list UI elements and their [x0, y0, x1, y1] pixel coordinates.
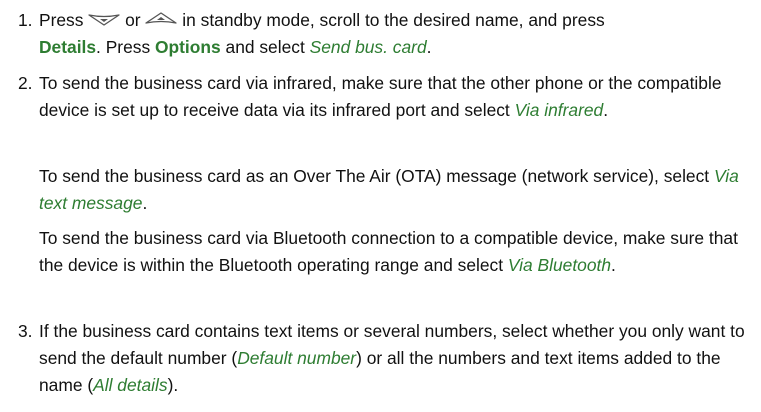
- bluetooth-paragraph: To send the business card via Bluetooth …: [39, 228, 738, 275]
- all-details-option: All details: [93, 375, 168, 395]
- via-bluetooth-option: Via Bluetooth: [507, 255, 612, 275]
- step-3-paragraph: If the business card contains text items…: [39, 321, 745, 395]
- scroll-down-key-icon: [88, 12, 120, 27]
- step-number: 2.: [18, 73, 33, 93]
- send-bus-card-option: Send bus. card: [309, 37, 427, 57]
- details-command: Details: [39, 37, 97, 57]
- step-number: 3.: [18, 321, 33, 341]
- step-1-paragraph: Press or in standby mode, scroll to the …: [39, 10, 605, 57]
- text-message-paragraph: To send the business card as an Over The…: [39, 166, 739, 213]
- infrared-paragraph: To send the business card via infrared, …: [39, 73, 722, 120]
- via-infrared-option: Via infrared: [514, 100, 604, 120]
- step-number: 1.: [18, 10, 33, 30]
- step-3-text: If the business card contains text items…: [39, 318, 751, 399]
- step-2: 2. To send the business card via infrare…: [18, 70, 753, 290]
- options-command: Options: [154, 37, 221, 57]
- step-1-text: Press or in standby mode, scroll to the …: [39, 7, 751, 61]
- step-1: 1. Press or in standby mode, scroll to t…: [18, 7, 753, 61]
- default-number-option: Default number: [237, 348, 357, 368]
- step-3: 3. If the business card contains text it…: [18, 318, 753, 400]
- scroll-up-key-icon: [145, 12, 178, 26]
- manual-page: 1. Press or in standby mode, scroll to t…: [0, 0, 761, 412]
